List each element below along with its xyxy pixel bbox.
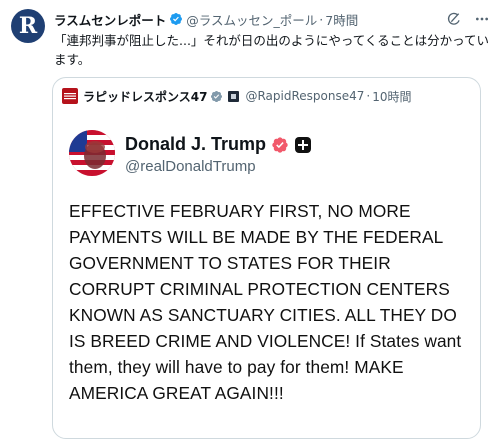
quote-author-handle[interactable]: @RapidResponse47 xyxy=(245,89,364,103)
rapid-response-logo-icon xyxy=(62,88,78,104)
truth-post-text: EFFECTIVE FEBRUARY FIRST, NO MORE PAYMEN… xyxy=(69,201,462,403)
truth-plus-icon xyxy=(295,136,312,153)
truth-social-post-image: Donald J. Trump @realDonaldTrump EFFECTI… xyxy=(61,114,471,434)
author-handle[interactable]: @ラスムッセン_ポール xyxy=(186,10,317,29)
quote-author-name[interactable]: ラピッドレスポンス47 xyxy=(83,88,207,105)
author-name[interactable]: ラスムセンレポート xyxy=(54,10,166,29)
avatar-initial: R xyxy=(18,13,38,39)
affiliate-badge-icon xyxy=(228,90,240,102)
tweet-header: ラスムセンレポート @ラスムッセン_ポール · 7時間 xyxy=(54,9,491,29)
header-actions xyxy=(445,10,491,28)
separator-dot: · xyxy=(319,11,324,27)
tweet-text: 「連邦判事が阻止した...」それが日の出のようにやってくることは分かっています。 xyxy=(54,33,490,67)
truth-verified-icon xyxy=(272,136,288,153)
verified-icon xyxy=(170,13,183,25)
author-avatar[interactable]: R xyxy=(11,9,45,43)
truth-author-name: Donald J. Trump xyxy=(125,134,267,154)
gray-verified-icon xyxy=(211,90,223,102)
quote-time[interactable]: 10時間 xyxy=(372,88,411,105)
quote-header: ラピッドレスポンス47 @RapidResponse47 · 10時間 xyxy=(62,86,472,106)
grok-icon[interactable] xyxy=(445,10,463,28)
tweet-time[interactable]: 7時間 xyxy=(325,10,358,29)
quote-separator-dot: · xyxy=(366,89,371,103)
trump-avatar xyxy=(69,130,115,176)
quoted-tweet[interactable]: ラピッドレスポンス47 @RapidResponse47 · 10時間 Dona… xyxy=(52,77,481,439)
truth-author-name-row: Donald J. Trump xyxy=(125,134,312,155)
truth-author-handle: @realDonaldTrump xyxy=(125,158,256,175)
more-icon[interactable] xyxy=(473,10,491,28)
